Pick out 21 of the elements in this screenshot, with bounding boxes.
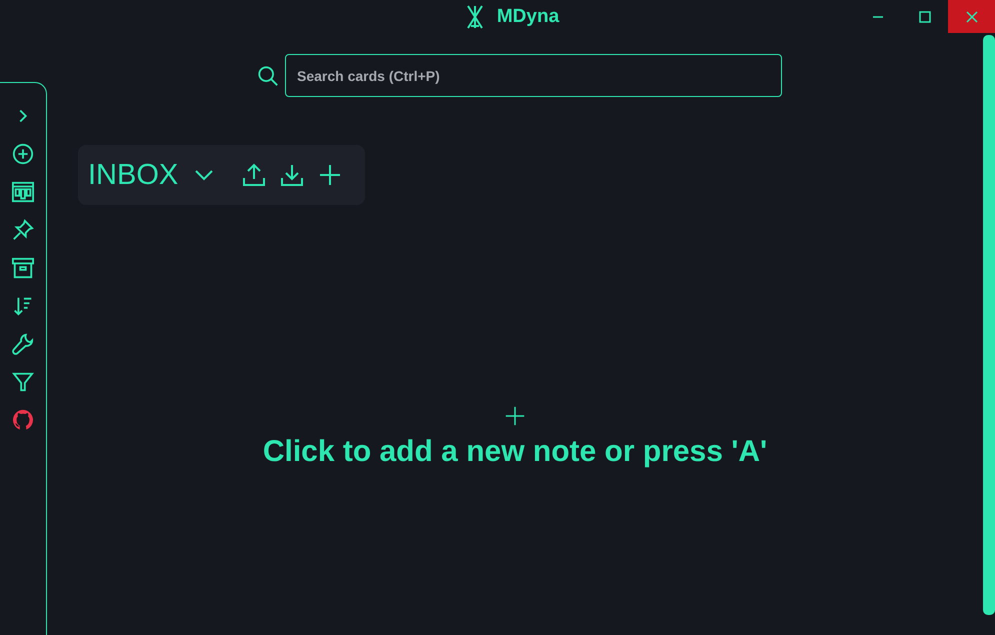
add-note-hint[interactable]: Click to add a new note or press 'A': [262, 435, 768, 469]
download-icon[interactable]: [280, 163, 304, 187]
logo-icon: [464, 4, 485, 30]
search-field[interactable]: Search cards (Ctrl+P): [285, 54, 782, 97]
board-title: INBOX: [88, 158, 178, 192]
github-icon[interactable]: [12, 409, 34, 431]
search-icon: [257, 64, 279, 86]
wrench-icon[interactable]: [12, 333, 34, 355]
add-circle-icon[interactable]: [12, 143, 34, 165]
plus-icon[interactable]: [318, 163, 342, 187]
maximize-icon: [918, 10, 930, 22]
scrollbar[interactable]: [983, 35, 995, 615]
filter-icon[interactable]: [12, 371, 34, 393]
pin-icon[interactable]: [12, 219, 34, 241]
archive-icon[interactable]: [12, 257, 34, 279]
upload-icon[interactable]: [242, 163, 266, 187]
close-icon: [966, 10, 978, 22]
window-title: MDyna: [496, 6, 560, 28]
plus-icon[interactable]: [504, 405, 526, 427]
board-icon[interactable]: [12, 181, 34, 203]
sort-icon[interactable]: [12, 295, 34, 317]
